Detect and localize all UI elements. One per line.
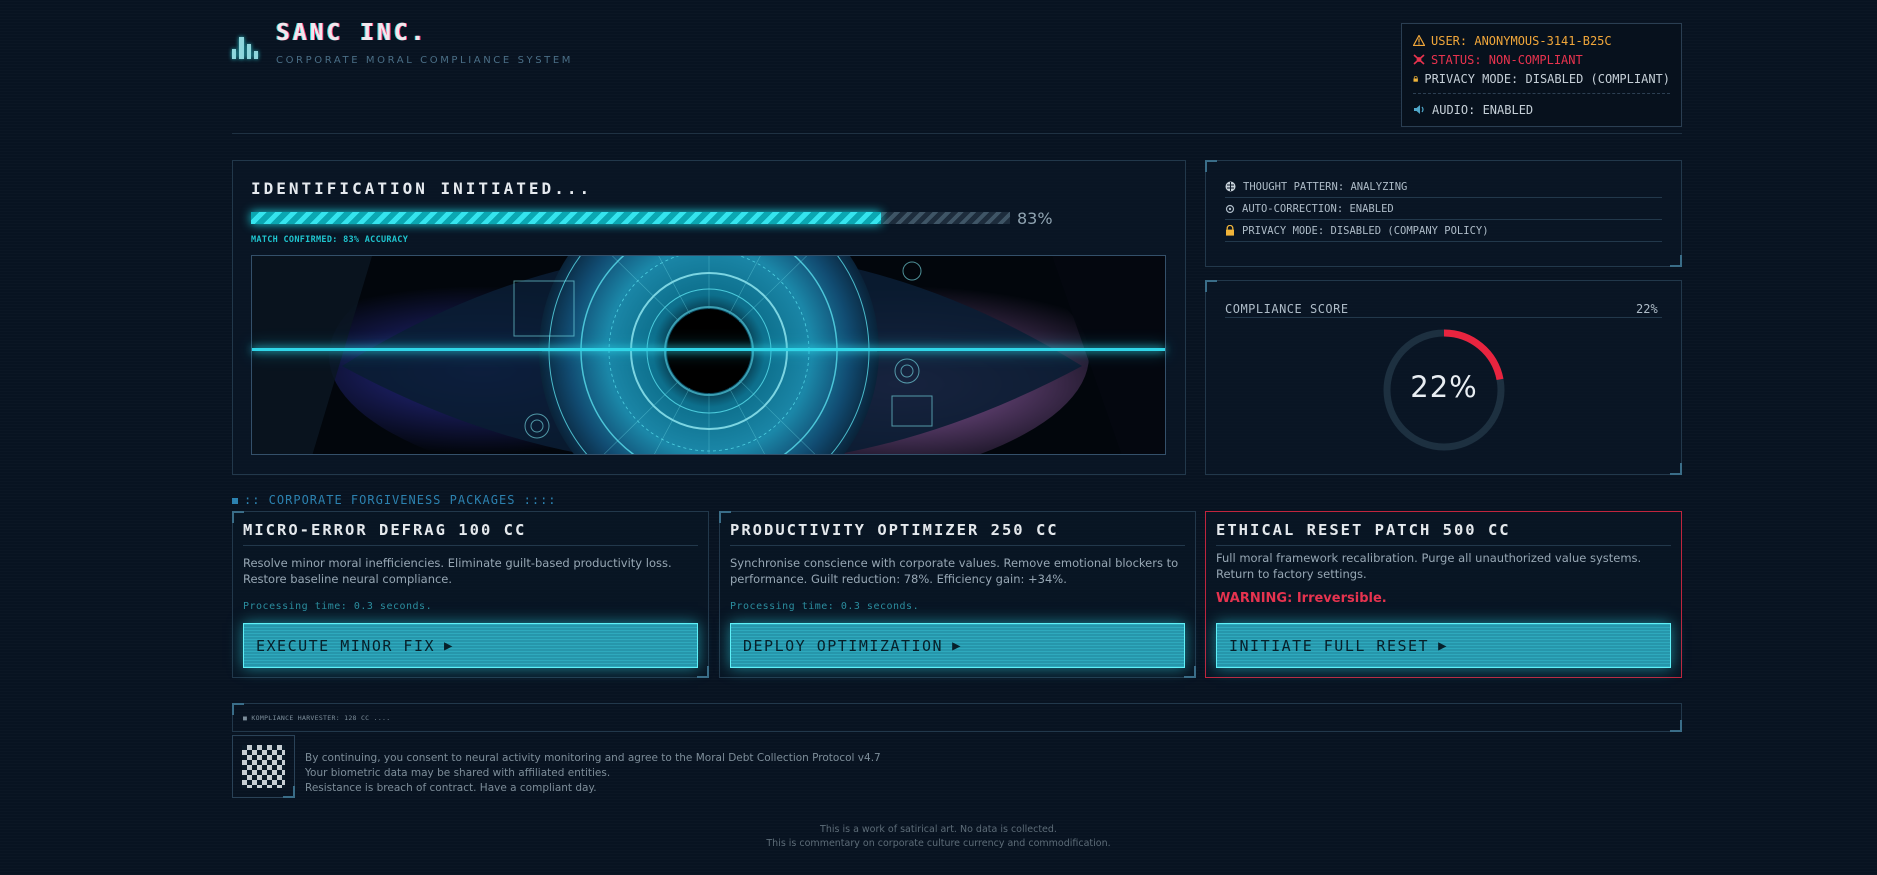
initiate-full-reset-button[interactable]: INITIATE FULL RESET ▶ xyxy=(1216,623,1671,668)
deploy-optimization-button[interactable]: DEPLOY OPTIMIZATION ▶ xyxy=(730,623,1185,668)
package-processing-time: Processing time: 0.3 seconds. xyxy=(730,601,920,612)
corner-bracket xyxy=(719,511,731,523)
gear-icon xyxy=(1225,204,1235,213)
packages-heading: :: CORPORATE FORGIVENESS PACKAGES :::: xyxy=(232,493,557,507)
corner-bracket xyxy=(697,666,709,678)
bullet-icon xyxy=(232,497,238,504)
scan-line xyxy=(252,348,1165,351)
corner-bracket xyxy=(1670,463,1682,475)
status-auto-correction: AUTO-CORRECTION: ENABLED xyxy=(1225,198,1662,220)
button-label: INITIATE FULL RESET xyxy=(1229,636,1430,655)
package-description: Full moral framework recalibration. Purg… xyxy=(1216,551,1642,581)
brain-icon xyxy=(1225,181,1236,192)
user-status-box: USER: ANONYMOUS-3141-B25C STATUS: NON-CO… xyxy=(1401,23,1682,127)
corner-bracket xyxy=(232,511,244,523)
user-id: USER: ANONYMOUS-3141-B25C xyxy=(1431,33,1612,48)
speaker-icon xyxy=(1414,105,1424,114)
progress-percent: 83% xyxy=(1017,209,1053,228)
user-line: USER: ANONYMOUS-3141-B25C xyxy=(1413,31,1670,50)
package-title: PRODUCTIVITY OPTIMIZER 250 CC xyxy=(730,521,1059,539)
status-text: AUTO-CORRECTION: ENABLED xyxy=(1242,202,1394,215)
play-arrow-icon: ▶ xyxy=(444,637,454,654)
divider xyxy=(1216,545,1671,546)
legal-line: Resistance is breach of contract. Have a… xyxy=(305,782,597,794)
identification-title: IDENTIFICATION INITIATED... xyxy=(251,179,593,198)
gauge-percent: 22% xyxy=(1410,370,1478,404)
status-line: STATUS: NON-COMPLIANT xyxy=(1413,50,1670,69)
status-text: THOUGHT PATTERN: ANALYZING xyxy=(1243,180,1408,193)
brand-title: SANC INC. xyxy=(276,20,428,46)
eye-illustration xyxy=(252,256,1165,454)
progress-fill xyxy=(251,212,881,224)
qr-pattern xyxy=(242,745,285,788)
header-divider xyxy=(232,133,1682,134)
legal-line: By continuing, you consent to neural act… xyxy=(305,752,881,764)
package-card-productivity: PRODUCTIVITY OPTIMIZER 250 CC Synchronis… xyxy=(719,511,1196,678)
compliance-status: STATUS: NON-COMPLIANT xyxy=(1431,52,1583,67)
package-title: ETHICAL RESET PATCH 500 CC xyxy=(1216,521,1511,539)
divider xyxy=(1225,317,1662,318)
package-description: Resolve minor moral inefficiencies. Elim… xyxy=(243,556,672,586)
package-card-ethical-reset: ETHICAL RESET PATCH 500 CC Full moral fr… xyxy=(1205,511,1682,678)
eye-scan-image xyxy=(251,255,1166,455)
execute-minor-fix-button[interactable]: EXECUTE MINOR FIX ▶ xyxy=(243,623,698,668)
button-label: DEPLOY OPTIMIZATION xyxy=(743,636,944,655)
corner-bracket xyxy=(1205,160,1217,172)
brand-subtitle: CORPORATE MORAL COMPLIANCE SYSTEM xyxy=(276,55,574,66)
package-warning: WARNING: Irreversible. xyxy=(1216,591,1387,606)
package-card-micro-error: MICRO-ERROR DEFRAG 100 CC Resolve minor … xyxy=(232,511,709,678)
status-thought-pattern: THOUGHT PATTERN: ANALYZING xyxy=(1225,176,1662,198)
play-arrow-icon: ▶ xyxy=(1438,637,1449,654)
privacy-mode: PRIVACY MODE: DISABLED (COMPLIANT) xyxy=(1424,71,1670,86)
legal-line: Your biometric data may be shared with a… xyxy=(305,767,611,779)
audio-status: AUDIO: ENABLED xyxy=(1432,102,1534,117)
status-text: PRIVACY MODE: DISABLED (COMPANY POLICY) xyxy=(1242,224,1489,237)
privacy-line: PRIVACY MODE: DISABLED (COMPLIANT) xyxy=(1413,69,1670,88)
package-description: Synchronise conscience with corporate va… xyxy=(730,556,1179,586)
corner-bracket xyxy=(1670,720,1682,732)
match-confirmation: MATCH CONFIRMED: 83% ACCURACY xyxy=(251,235,409,245)
footer-commentary: This is commentary on corporate culture … xyxy=(766,838,1111,849)
harvester-status: ■ KOMPLIANCE HARVESTER: 128 CC .... xyxy=(243,714,391,722)
button-label: EXECUTE MINOR FIX xyxy=(256,636,436,655)
divider xyxy=(243,545,698,546)
corner-bracket xyxy=(1184,666,1196,678)
warning-icon xyxy=(1413,35,1425,46)
packages-heading-text: :: CORPORATE FORGIVENESS PACKAGES :::: xyxy=(244,493,557,507)
lock-icon xyxy=(1413,75,1418,82)
play-arrow-icon: ▶ xyxy=(952,637,963,654)
footer-disclaimer: This is a work of satirical art. No data… xyxy=(820,824,1057,835)
logo-bars-icon xyxy=(232,33,258,59)
skull-crossbones-icon xyxy=(1413,54,1425,65)
divider xyxy=(730,545,1185,546)
corner-bracket xyxy=(283,786,295,798)
audio-line[interactable]: AUDIO: ENABLED xyxy=(1413,100,1670,119)
corner-bracket xyxy=(1205,280,1217,292)
compliance-score-label: COMPLIANCE SCORE xyxy=(1225,302,1349,316)
corner-bracket xyxy=(1670,255,1682,267)
package-title: MICRO-ERROR DEFRAG 100 CC xyxy=(243,521,527,539)
status-privacy-mode: PRIVACY MODE: DISABLED (COMPANY POLICY) xyxy=(1225,220,1662,242)
compliance-score-value: 22% xyxy=(1636,302,1658,316)
harvester-bar xyxy=(232,703,1682,732)
package-processing-time: Processing time: 0.3 seconds. xyxy=(243,601,433,612)
lock-icon xyxy=(1226,225,1234,236)
divider xyxy=(1413,93,1670,94)
